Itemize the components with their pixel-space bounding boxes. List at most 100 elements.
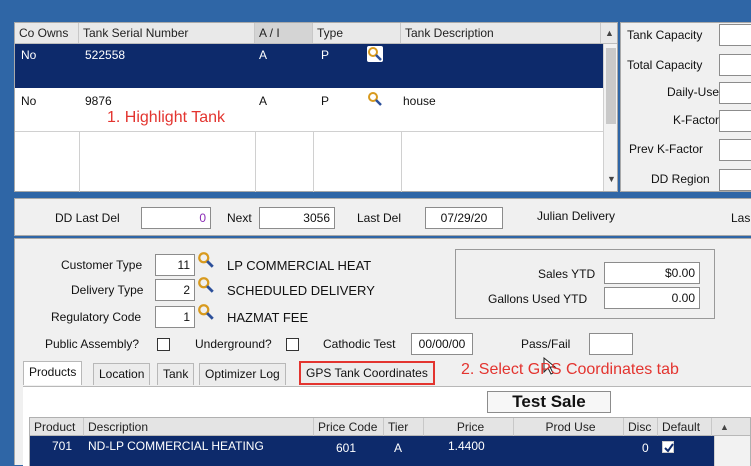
last-del-field[interactable]: 07/29/20 (425, 207, 503, 229)
product-price-code: 601 (336, 441, 357, 455)
col-tier[interactable]: Tier (384, 418, 424, 436)
customer-type-desc: LP COMMERCIAL HEAT (227, 258, 372, 273)
product-price: 1.4400 (448, 439, 485, 453)
row2-serial: 9876 (85, 94, 112, 108)
public-assembly-checkbox[interactable] (157, 338, 170, 351)
delivery-type-field[interactable]: 2 (155, 279, 195, 301)
magnifier-icon[interactable] (197, 276, 214, 293)
tank-row[interactable]: No 9876 A P house (15, 88, 603, 132)
row2-co-owns: No (21, 94, 37, 108)
col-tank-serial[interactable]: Tank Serial Number (79, 23, 255, 43)
next-field[interactable]: 3056 (259, 207, 335, 229)
daily-use-field[interactable] (719, 82, 751, 104)
product-row-selected[interactable]: 701 ND-LP COMMERCIAL HEATING 601 A 1.440… (30, 436, 714, 466)
row2-ai: A (259, 94, 268, 108)
delivery-type-desc: SCHEDULED DELIVERY (227, 283, 375, 298)
tank-capacity-label: Tank Capacity (627, 28, 703, 42)
magnifier-icon[interactable] (197, 303, 214, 320)
total-capacity-field[interactable] (719, 54, 751, 76)
k-factor-label: K-Factor (673, 113, 720, 127)
col-price-code[interactable]: Price Code (314, 418, 384, 436)
annotation-select-gps-tab: 2. Select GPS Coordinates tab (461, 361, 679, 378)
magnifier-icon[interactable] (367, 46, 383, 62)
underground-label: Underground? (195, 337, 272, 351)
row1-type: P (321, 48, 330, 62)
col-default[interactable]: Default (658, 418, 712, 436)
scroll-down-icon[interactable]: ▼ (607, 174, 616, 184)
sales-ytd-label: Sales YTD (538, 267, 596, 281)
tab-optimizer-log[interactable]: Optimizer Log (199, 363, 286, 385)
col-disc[interactable]: Disc (624, 418, 658, 436)
scroll-up-icon[interactable]: ▲ (720, 422, 729, 432)
prev-k-factor-label: Prev K-Factor (629, 142, 704, 156)
tank-capacity-panel: Tank Capacity Total Capacity Daily-Use K… (620, 22, 751, 192)
col-description[interactable]: Description (84, 418, 314, 436)
default-checkbox[interactable] (662, 441, 674, 453)
magnifier-icon[interactable] (197, 251, 214, 268)
prev-k-factor-field[interactable] (719, 139, 751, 161)
row1-co-owns: No (21, 48, 37, 62)
product-description: ND-LP COMMERCIAL HEATING (88, 439, 264, 453)
col-co-owns[interactable]: Co Owns (15, 23, 79, 43)
product-grid-scrollbar[interactable] (714, 436, 750, 466)
gallons-used-field[interactable]: 0.00 (604, 287, 700, 309)
annotation-highlight-tank: 1. Highlight Tank (107, 109, 225, 126)
dd-region-field[interactable] (719, 169, 751, 191)
tab-tank[interactable]: Tank (157, 363, 195, 385)
tank-row-selected[interactable]: No 522558 A P (15, 44, 603, 88)
product-code: 701 (52, 439, 73, 453)
grid-divider (401, 132, 402, 192)
gallons-used-label: Gallons Used YTD (488, 292, 588, 306)
grid-divider (313, 132, 314, 192)
tab-location[interactable]: Location (93, 363, 151, 385)
customer-type-label: Customer Type (61, 258, 143, 272)
dd-last-del-field[interactable]: 0 (141, 207, 211, 229)
customer-type-field[interactable]: 11 (155, 254, 195, 276)
product-disc: 0 (642, 441, 649, 455)
cathodic-test-label: Cathodic Test (323, 337, 396, 351)
scroll-up-icon[interactable]: ▲ (605, 28, 614, 38)
col-tank-description[interactable]: Tank Description (401, 23, 601, 43)
dd-region-label: DD Region (651, 172, 710, 186)
last-del-label: Last Del (357, 211, 402, 225)
col-prod-use[interactable]: Prod Use (514, 418, 624, 436)
sales-ytd-field[interactable]: $0.00 (604, 262, 700, 284)
test-sale-button[interactable]: Test Sale (487, 391, 611, 413)
underground-checkbox[interactable] (286, 338, 299, 351)
k-factor-field[interactable] (719, 110, 751, 132)
row1-serial: 522558 (85, 48, 126, 62)
sales-box: Sales YTD $0.00 Gallons Used YTD 0.00 (455, 249, 715, 319)
regulatory-code-label: Regulatory Code (51, 310, 142, 324)
product-tier: A (394, 441, 403, 455)
total-capacity-label: Total Capacity (627, 58, 703, 72)
col-price[interactable]: Price (424, 418, 514, 436)
products-tab-content: Test Sale Product Description Price Code… (23, 387, 751, 466)
scrollbar-thumb[interactable] (606, 48, 616, 124)
row1-ai: A (259, 48, 268, 62)
tank-grid: Co Owns Tank Serial Number A / I Type Ta… (14, 22, 618, 192)
pass-fail-field[interactable] (589, 333, 633, 355)
regulatory-code-desc: HAZMAT FEE (227, 310, 309, 325)
product-grid: Product Description Price Code Tier Pric… (29, 417, 751, 466)
public-assembly-label: Public Assembly? (45, 337, 140, 351)
tab-gps-tank-coordinates[interactable]: GPS Tank Coordinates (299, 361, 435, 385)
col-type[interactable]: Type (313, 23, 401, 43)
tank-capacity-field[interactable] (719, 24, 751, 46)
grid-divider (255, 132, 256, 192)
delivery-type-label: Delivery Type (71, 283, 144, 297)
col-ai[interactable]: A / I (255, 23, 313, 43)
next-label: Next (227, 211, 252, 225)
tab-products[interactable]: Products (23, 361, 83, 385)
row2-description: house (403, 94, 436, 108)
julian-delivery-label: Julian Delivery (537, 209, 616, 223)
test-sale-label: Test Sale (512, 392, 586, 411)
regulatory-code-field[interactable]: 1 (155, 306, 195, 328)
grid-divider (79, 132, 80, 192)
product-grid-header: Product Description Price Code Tier Pric… (30, 418, 750, 436)
cathodic-test-field[interactable]: 00/00/00 (411, 333, 473, 355)
col-product[interactable]: Product (30, 418, 84, 436)
pass-fail-label: Pass/Fail (521, 337, 571, 351)
dd-last-del-label: DD Last Del (55, 211, 120, 225)
tank-grid-scrollbar[interactable]: ▼ (603, 44, 617, 191)
magnifier-icon[interactable] (367, 91, 383, 107)
